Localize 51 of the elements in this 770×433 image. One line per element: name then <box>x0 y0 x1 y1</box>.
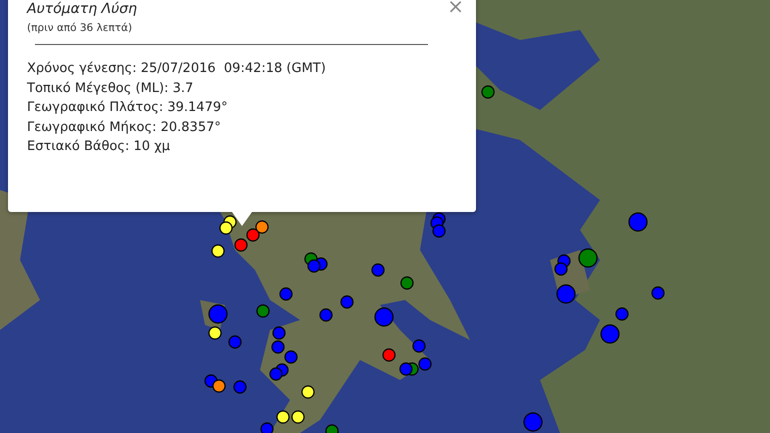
earthquake-marker[interactable] <box>481 85 495 99</box>
earthquake-marker[interactable] <box>228 335 242 349</box>
earthquake-marker[interactable] <box>260 422 274 433</box>
earthquake-marker[interactable] <box>284 350 298 364</box>
earthquake-marker[interactable] <box>208 326 222 340</box>
info-line: Γεωγραφικό Πλάτος: 39.1479° <box>27 99 229 117</box>
earthquake-marker[interactable] <box>212 379 226 393</box>
earthquake-marker[interactable] <box>523 412 543 432</box>
satellite-map[interactable]: Αυτόματη Λύση (πριν από 36 λεπτά) Χρόνος γένεσης: 25/07/2016 09:42:18 (GMT) Τοπικό Μέγεθος (ML): 3.7 Γεωγραφικό Πλάτος: 39.1479° Γεωγραφικό Μήκος: 20.8357° Εστιακό Βάθος: 10 χμ × <box>0 0 770 433</box>
earthquake-marker[interactable] <box>271 340 285 354</box>
earthquake-marker[interactable] <box>578 248 598 268</box>
popup-title: Αυτόματη Λύση <box>27 0 137 18</box>
earthquake-marker[interactable] <box>269 367 283 381</box>
info-line: Τοπικό Μέγεθος (ML): 3.7 <box>27 80 194 98</box>
earthquake-marker[interactable] <box>272 326 286 340</box>
earthquake-marker[interactable] <box>319 308 333 322</box>
earthquake-marker[interactable] <box>279 287 293 301</box>
earthquake-marker[interactable] <box>307 259 321 273</box>
earthquake-marker[interactable] <box>615 307 629 321</box>
earthquake-marker[interactable] <box>418 357 432 371</box>
info-line: Γεωγραφικό Μήκος: 20.8357° <box>27 118 222 136</box>
earthquake-marker[interactable] <box>208 304 228 324</box>
earthquake-marker[interactable] <box>554 262 568 276</box>
earthquake-marker[interactable] <box>412 339 426 353</box>
earthquake-marker[interactable] <box>399 362 413 376</box>
earthquake-marker[interactable] <box>255 220 269 234</box>
close-button[interactable]: × <box>445 0 466 14</box>
earthquake-marker[interactable] <box>628 212 648 232</box>
earthquake-marker[interactable] <box>340 295 354 309</box>
info-line: Εστιακό Βάθος: 10 χμ <box>27 138 171 156</box>
earthquake-marker[interactable] <box>325 424 339 433</box>
earthquake-marker[interactable] <box>301 385 315 399</box>
earthquake-marker[interactable] <box>400 276 414 290</box>
earthquake-marker[interactable] <box>432 224 446 238</box>
earthquake-marker[interactable] <box>256 304 270 318</box>
earthquake-marker[interactable] <box>651 286 665 300</box>
popup-pointer <box>232 212 252 226</box>
popup-subtitle: (πριν από 36 λεπτά) <box>27 22 134 34</box>
earthquake-marker[interactable] <box>246 228 260 242</box>
earthquake-marker[interactable] <box>211 244 225 258</box>
earthquake-marker[interactable] <box>371 263 385 277</box>
earthquake-marker[interactable] <box>600 324 620 344</box>
info-line: Χρόνος γένεσης: 25/07/2016 09:42:18 (GMT) <box>27 60 327 78</box>
earthquake-marker[interactable] <box>374 307 394 327</box>
earthquake-marker[interactable] <box>556 284 576 304</box>
earthquake-marker[interactable] <box>276 410 290 424</box>
earthquake-marker[interactable] <box>233 380 247 394</box>
earthquake-marker[interactable] <box>382 348 396 362</box>
earthquake-marker[interactable] <box>234 238 248 252</box>
earthquake-marker[interactable] <box>291 410 305 424</box>
earthquake-marker[interactable] <box>219 221 233 235</box>
